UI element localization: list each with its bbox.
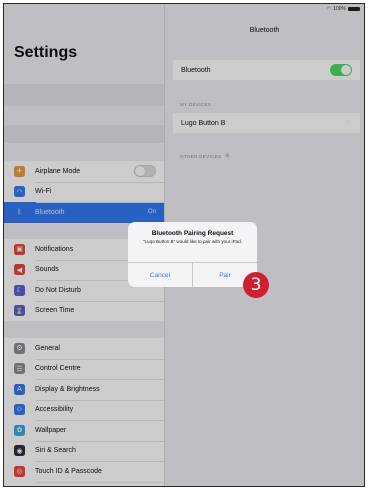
cancel-button[interactable]: Cancel	[128, 263, 192, 287]
alert-buttons: Cancel Pair	[128, 262, 257, 287]
ipad-screen: Settings ✈ Airplane Mode ◠ Wi-Fi ᛒ Bluet…	[3, 3, 365, 487]
alert-title: Bluetooth Pairing Request	[151, 230, 234, 237]
battery-icon	[14, 486, 25, 487]
alert-message: “Luqo Button B” would like to pair with …	[142, 239, 243, 244]
step-callout-badge: 3	[243, 272, 269, 298]
pairing-request-alert: Bluetooth Pairing Request “Luqo Button B…	[128, 222, 257, 287]
